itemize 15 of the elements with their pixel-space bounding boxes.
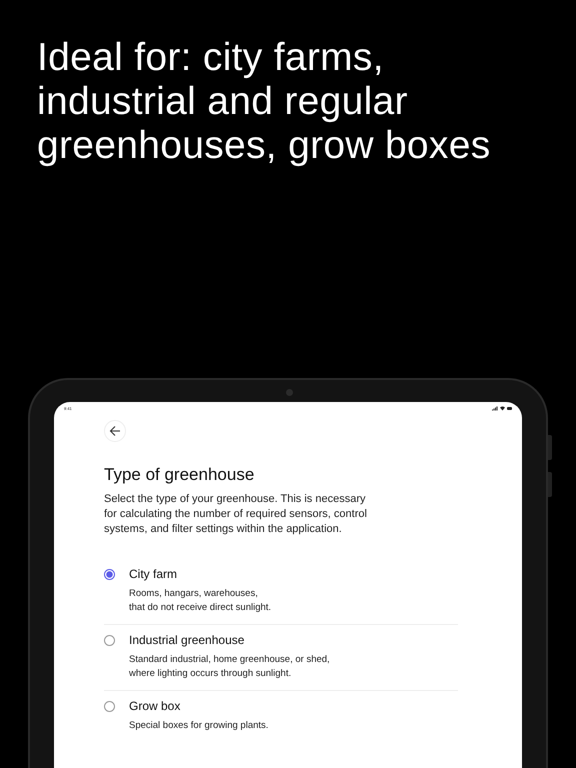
- option-label[interactable]: Industrial greenhouse: [129, 633, 330, 647]
- back-arrow-icon: [109, 425, 121, 437]
- page-title: Type of greenhouse: [104, 465, 256, 485]
- status-icons: [492, 406, 512, 411]
- option-description: Standard industrial, home greenhouse, or shed, where lighting occurs through sunlight.: [129, 653, 330, 680]
- option-label[interactable]: Grow box: [129, 699, 268, 713]
- description: Select the type of your greenhouse. This is necessary for calculating the number of required sensors, control systems, and filter settings within the application.: [104, 492, 368, 537]
- radio-button[interactable]: [104, 569, 115, 580]
- option-label[interactable]: City farm: [129, 567, 272, 581]
- headline: Ideal for: city farms, industrial and regular greenhouses, grow boxes: [36, 35, 492, 168]
- radio-button[interactable]: [104, 701, 115, 712]
- radio-button[interactable]: [104, 635, 115, 646]
- option-description: Special boxes for growing plants.: [129, 719, 268, 732]
- option-description: Rooms, hangars, warehouses, that do not receive direct sunlight.: [129, 587, 272, 614]
- back-button[interactable]: [104, 420, 126, 442]
